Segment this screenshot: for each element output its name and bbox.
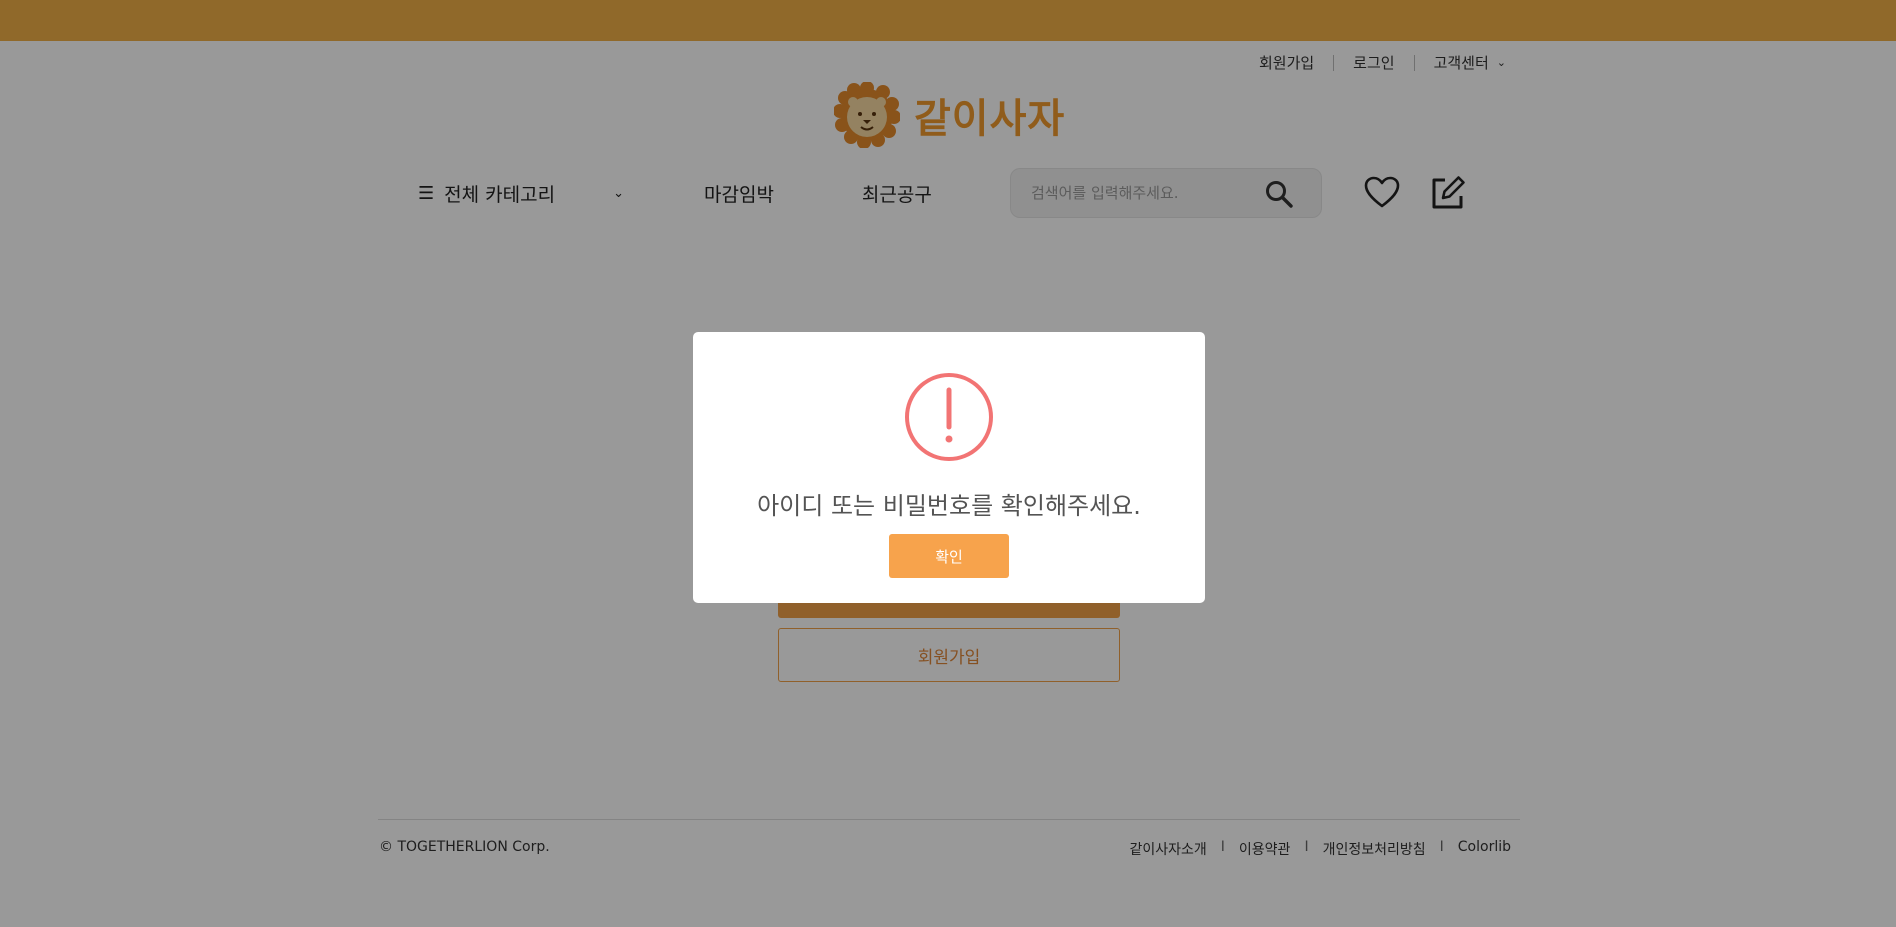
alert-message: 아이디 또는 비밀번호를 확인해주세요. [757,492,1141,520]
confirm-button[interactable]: 확인 [889,534,1009,578]
warning-icon [905,373,993,461]
alert-modal: 아이디 또는 비밀번호를 확인해주세요. 확인 [693,332,1205,603]
